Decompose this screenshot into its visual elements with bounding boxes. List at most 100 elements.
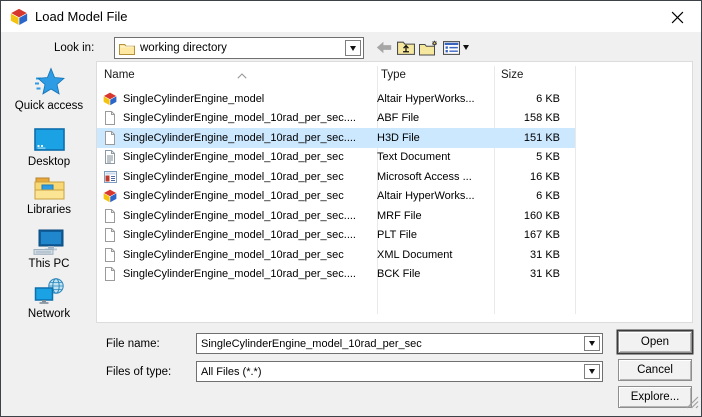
libraries-icon [5,169,93,201]
file-type-cell: Altair HyperWorks... [377,92,475,105]
hyperworks-file-icon [103,189,117,204]
column-header-name[interactable]: Name [104,62,135,87]
look-in-combobox[interactable]: working directory [114,37,364,59]
file-name-cell: SingleCylinderEngine_model_10rad_per_sec… [97,130,377,145]
sidebar-item-label: Libraries [26,204,72,216]
file-name-text: SingleCylinderEngine_model_10rad_per_sec… [123,268,356,281]
sidebar-item-libraries[interactable]: Libraries [5,169,93,216]
table-row[interactable]: SingleCylinderEngine_model_10rad_per_sec… [97,265,575,285]
table-row[interactable]: SingleCylinderEngine_model_10rad_per_sec… [97,109,575,129]
text-file-icon [103,150,117,165]
file-name-text: SingleCylinderEngine_model_10rad_per_sec… [123,131,356,144]
file-name-text: SingleCylinderEngine_model_10rad_per_sec… [123,112,356,125]
create-new-folder-icon[interactable] [418,37,439,58]
up-one-level-icon[interactable] [395,37,416,58]
resize-grip[interactable] [686,396,699,414]
table-row[interactable]: SingleCylinderEngine_model_10rad_per_sec… [97,226,575,246]
sidebar-item-this-pc[interactable]: This PC [5,223,93,270]
table-row[interactable]: SingleCylinderEngine_model_10rad_per_sec… [97,128,575,148]
column-separator [575,66,576,314]
quick-access-icon [5,65,93,97]
sort-ascending-icon [237,66,247,84]
hyperworks-app-icon [10,7,28,26]
file-size-cell: 31 KB [530,248,560,261]
table-row[interactable]: SingleCylinderEngine_model Altair HyperWo… [97,89,575,109]
file-size-cell: 31 KB [530,268,560,281]
file-name-cell: SingleCylinderEngine_model_10rad_per_sec [97,170,377,183]
column-header-size[interactable]: Size [501,62,523,87]
generic-file-icon [103,130,117,145]
sidebar-item-label: Network [27,308,71,320]
close-icon[interactable] [664,5,690,29]
open-button[interactable]: Open [618,331,692,353]
sidebar-item-label: Desktop [27,156,71,168]
generic-file-icon [103,247,117,262]
generic-file-icon [103,228,117,243]
column-header-type[interactable]: Type [381,62,406,87]
files-of-type-value: All Files (*.*) [201,365,262,378]
files-of-type-dropdown-button[interactable] [584,364,600,379]
folder-icon [119,42,135,55]
table-row[interactable]: SingleCylinderEngine_model_10rad_per_sec… [97,187,575,207]
file-name-cell: SingleCylinderEngine_model_10rad_per_sec… [97,111,377,126]
look-in-dropdown-button[interactable] [345,40,361,56]
generic-file-icon [103,267,117,282]
file-size-cell: 6 KB [536,92,560,105]
file-list: Name Type Size SingleCylinderEngine_mode… [96,61,693,323]
file-name-text: SingleCylinderEngine_model_10rad_per_sec [123,190,344,203]
file-name-input[interactable] [201,337,561,350]
sidebar-item-desktop[interactable]: Desktop [5,121,93,168]
file-name-dropdown-button[interactable] [584,336,600,351]
sidebar-item-quick-access[interactable]: Quick access [5,65,93,112]
file-name-text: SingleCylinderEngine_model_10rad_per_sec [123,170,344,183]
table-row[interactable]: SingleCylinderEngine_model_10rad_per_sec… [97,206,575,226]
file-name-cell: SingleCylinderEngine_model_10rad_per_sec [97,150,377,165]
file-name-combobox[interactable] [196,333,603,354]
file-name-label: File name: [106,338,160,350]
file-type-cell: BCK File [377,268,421,281]
generic-file-icon [103,111,117,126]
file-name-text: SingleCylinderEngine_model_10rad_per_sec [123,248,344,261]
file-type-cell: Microsoft Access ... [377,170,472,183]
file-type-cell: Text Document [377,151,451,164]
sidebar-item-network[interactable]: Network [5,273,93,320]
file-type-cell: Altair HyperWorks... [377,190,475,203]
back-icon[interactable] [373,37,394,58]
file-name-cell: SingleCylinderEngine_model_10rad_per_sec… [97,208,377,223]
file-name-cell: SingleCylinderEngine_model [97,91,377,106]
file-size-cell: 158 KB [523,112,560,125]
file-name-cell: SingleCylinderEngine_model_10rad_per_sec… [97,267,377,282]
file-type-cell: ABF File [377,112,420,125]
hyperworks-file-icon [103,91,117,106]
network-icon [5,273,93,305]
file-type-cell: H3D File [377,131,420,144]
desktop-icon [5,121,93,153]
look-in-value: working directory [140,42,227,54]
file-size-cell: 16 KB [530,170,560,183]
file-name-text: SingleCylinderEngine_model_10rad_per_sec [123,151,344,164]
file-size-cell: 160 KB [523,209,560,222]
file-size-cell: 5 KB [536,151,560,164]
file-name-cell: SingleCylinderEngine_model_10rad_per_sec… [97,228,377,243]
file-name-text: SingleCylinderEngine_model [123,92,265,105]
view-menu-icon[interactable] [441,37,462,58]
look-in-label: Look in: [54,42,95,54]
view-menu-caret-icon[interactable] [463,45,469,50]
file-size-cell: 151 KB [523,131,560,144]
file-size-cell: 167 KB [523,229,560,242]
table-row[interactable]: SingleCylinderEngine_model_10rad_per_sec… [97,245,575,265]
title-bar: Load Model File [1,1,701,32]
file-type-cell: XML Document [377,248,453,261]
file-name-text: SingleCylinderEngine_model_10rad_per_sec… [123,209,356,222]
sidebar-item-label: Quick access [14,100,84,112]
files-of-type-combobox[interactable]: All Files (*.*) [196,361,603,382]
explore-button[interactable]: Explore... [618,386,692,408]
generic-file-icon [103,208,117,223]
table-row[interactable]: SingleCylinderEngine_model_10rad_per_sec… [97,148,575,168]
table-row[interactable]: SingleCylinderEngine_model_10rad_per_sec… [97,167,575,187]
files-of-type-label: Files of type: [106,366,172,378]
window-title: Load Model File [35,9,128,24]
file-type-cell: MRF File [377,209,422,222]
access-file-icon [103,170,117,183]
cancel-button[interactable]: Cancel [618,359,692,381]
